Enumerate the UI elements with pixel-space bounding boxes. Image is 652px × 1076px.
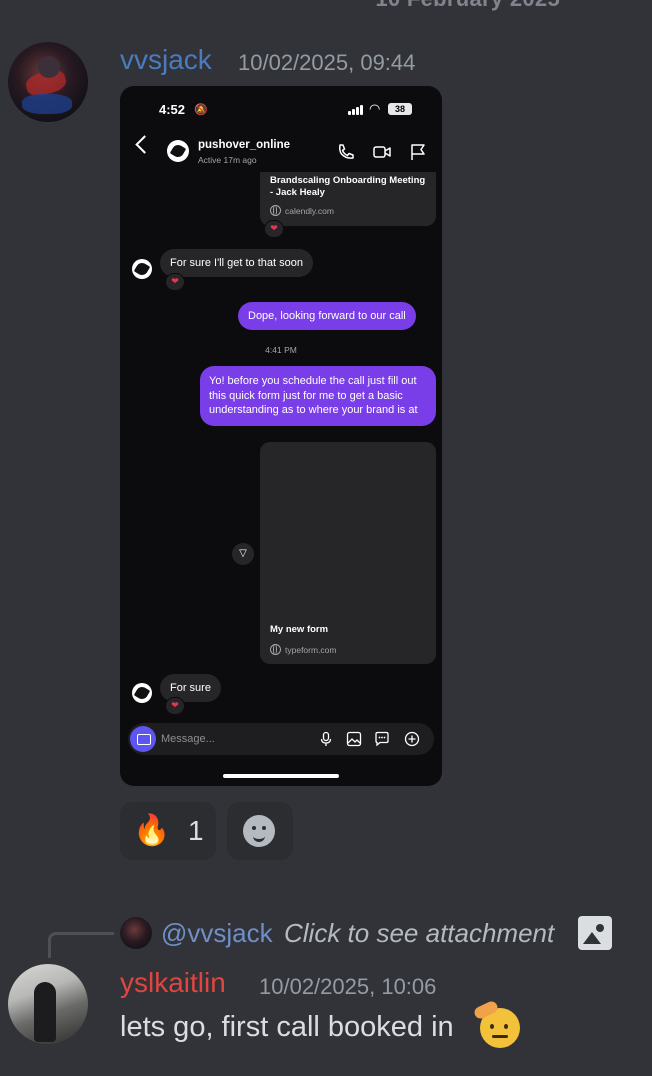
reply-mention[interactable]: @vvsjack — [161, 918, 273, 949]
sender-avatar — [132, 683, 152, 703]
card-link: calendly.com — [270, 204, 334, 216]
flag-icon — [411, 144, 425, 160]
fire-reaction-button[interactable]: 🔥 1 — [120, 802, 216, 860]
image-icon — [578, 916, 612, 950]
sticker-icon — [375, 731, 389, 747]
username[interactable]: yslkaitlin — [120, 967, 226, 999]
add-reaction-button[interactable] — [227, 802, 293, 860]
globe-icon — [270, 643, 281, 655]
date-divider: 10 February 2025 — [375, 0, 560, 12]
calendly-link-card: Brandscaling Onboarding Meeting - Jack H… — [260, 172, 436, 226]
image-attachment[interactable]: 4:52 🔕 ◠ 38 pushover_online Active 17m a… — [120, 86, 442, 786]
card-title: Brandscaling Onboarding Meeting - Jack H… — [270, 175, 426, 198]
sender-avatar — [132, 259, 152, 279]
reply-avatar[interactable] — [120, 917, 152, 949]
avatar[interactable] — [8, 964, 88, 1044]
card-link: typeform.com — [270, 643, 337, 655]
message-content: lets go, first call booked in — [120, 1011, 454, 1043]
reply-preview-text[interactable]: Click to see attachment — [284, 918, 554, 949]
fire-icon: 🔥 — [133, 814, 171, 847]
signal-icon — [348, 105, 364, 115]
typeform-link-card: My new form typeform.com — [260, 442, 436, 664]
card-link-text: calendly.com — [285, 205, 334, 216]
username[interactable]: vvsjack — [120, 44, 212, 76]
chat-status: Active 17m ago — [198, 155, 257, 165]
home-indicator — [223, 774, 339, 778]
incoming-message: For sure I'll get to that soon — [160, 249, 313, 277]
outgoing-message: Dope, looking forward to our call — [238, 302, 416, 330]
chat-name: pushover_online — [198, 139, 291, 151]
time-separator: 4:41 PM — [265, 345, 297, 355]
message-composer: Message... — [128, 723, 434, 755]
heart-reaction: ❤ — [264, 220, 284, 238]
video-call-icon — [373, 146, 391, 158]
microphone-icon — [320, 731, 332, 746]
card-link-text: typeform.com — [285, 644, 337, 655]
wifi-icon: ◠ — [369, 101, 381, 116]
outgoing-message: Yo! before you schedule the call just fi… — [200, 366, 436, 426]
timestamp: 10/02/2025, 09:44 — [238, 50, 416, 75]
phone-icon — [338, 144, 354, 159]
card-title: My new form — [270, 624, 329, 635]
back-icon — [135, 135, 154, 154]
avatar[interactable] — [8, 42, 88, 122]
gallery-icon — [346, 731, 362, 747]
add-icon — [404, 731, 420, 747]
status-time: 4:52 — [159, 102, 186, 117]
battery-icon: 38 — [388, 103, 412, 115]
reply-connector — [48, 932, 114, 958]
globe-icon — [270, 204, 281, 216]
smiley-icon — [243, 815, 275, 847]
heart-reaction: ❤ — [165, 697, 185, 715]
heart-reaction: ❤ — [165, 273, 185, 291]
timestamp: 10/02/2025, 10:06 — [259, 974, 437, 999]
chat-avatar — [167, 140, 189, 162]
message-input: Message... — [161, 733, 215, 745]
camera-icon — [130, 726, 156, 752]
reaction-count: 1 — [188, 815, 204, 846]
share-icon: ▽ — [232, 543, 254, 565]
silent-bell-icon: 🔕 — [194, 104, 208, 116]
